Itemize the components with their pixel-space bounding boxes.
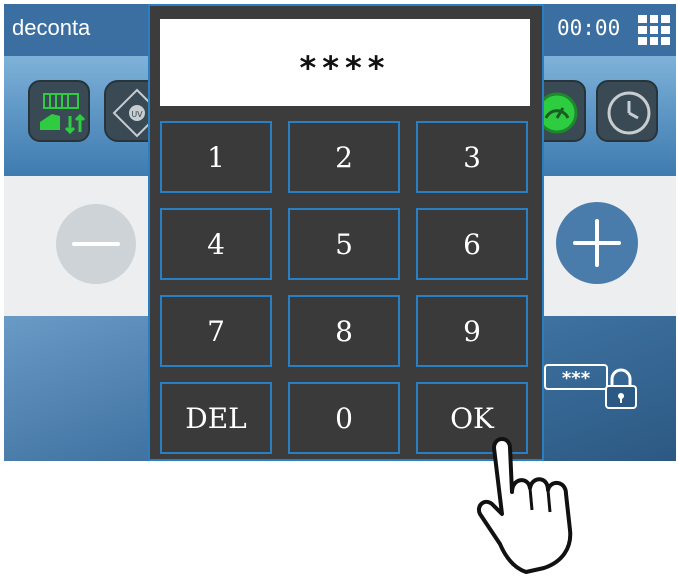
clock-time: 00:00 — [557, 16, 621, 40]
filter-module-button[interactable] — [28, 80, 90, 142]
key-3[interactable]: 3 — [416, 121, 528, 193]
svg-text:UV: UV — [131, 110, 143, 119]
plus-button[interactable] — [556, 202, 638, 284]
clock-icon — [607, 91, 651, 135]
key-8[interactable]: 8 — [288, 295, 400, 367]
app-name: deconta — [12, 15, 91, 40]
key-del[interactable]: DEL — [160, 382, 272, 454]
password-display: **** — [160, 19, 530, 106]
password-lock-icon[interactable]: *** — [544, 361, 644, 411]
key-7[interactable]: 7 — [160, 295, 272, 367]
pointing-hand-icon — [477, 437, 573, 574]
key-6[interactable]: 6 — [416, 208, 528, 280]
filter-module-icon — [40, 93, 86, 135]
masked-password: **** — [299, 49, 391, 87]
clock-button[interactable] — [596, 80, 658, 142]
key-9[interactable]: 9 — [416, 295, 528, 367]
svg-text:***: *** — [562, 368, 591, 389]
key-5[interactable]: 5 — [288, 208, 400, 280]
minus-button[interactable] — [56, 204, 136, 284]
key-1[interactable]: 1 — [160, 121, 272, 193]
menu-grid-icon[interactable] — [638, 15, 670, 45]
key-0[interactable]: 0 — [288, 382, 400, 454]
key-4[interactable]: 4 — [160, 208, 272, 280]
key-2[interactable]: 2 — [288, 121, 400, 193]
